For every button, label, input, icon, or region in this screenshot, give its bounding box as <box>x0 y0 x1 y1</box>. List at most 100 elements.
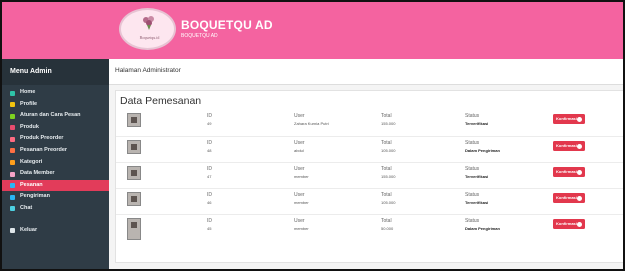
id-value: 45 <box>207 226 212 231</box>
sidebar-item-label: Produk <box>20 123 39 130</box>
user-label: User <box>294 192 305 198</box>
sidebar-item-label: Home <box>20 89 36 95</box>
header: Boquetqu.id BOQUETQU AD BOQUETQU AD <box>2 2 623 59</box>
orders-table: ID 49 User Zahara Kurnia Putri Total 155… <box>116 110 623 244</box>
confirm-button[interactable]: Konfirmasi <box>553 219 585 229</box>
total-label: Total <box>381 192 392 198</box>
check-circle-icon <box>577 143 582 149</box>
total-value: 155.000 <box>381 174 396 179</box>
total-value: 155.000 <box>381 121 396 126</box>
user-label: User <box>294 140 305 146</box>
confirm-button[interactable]: Konfirmasi <box>553 193 585 203</box>
orders-panel: Data Pemesanan ID 49 User Zahara Kurnia … <box>115 90 623 263</box>
confirm-button-label: Konfirmasi <box>556 169 577 174</box>
confirm-button[interactable]: Konfirmasi <box>553 167 585 177</box>
status-value: Terverifikasi <box>465 121 489 126</box>
menu-spacer <box>2 215 109 225</box>
sidebar-item-preorder-orders[interactable]: Pesanan Preorder <box>2 145 109 157</box>
sidebar-item-label: Profile <box>20 100 38 107</box>
logo-text: Boquetqu.id <box>139 35 160 40</box>
product-thumbnail[interactable] <box>127 192 141 206</box>
id-value: 49 <box>207 121 212 126</box>
user-value: member <box>294 174 309 179</box>
table-row: ID 49 User Zahara Kurnia Putri Total 155… <box>116 110 623 136</box>
chat-icon <box>10 206 15 212</box>
sidebar-item-label: Aturan dan Cara Pesan <box>20 112 81 119</box>
section-title: Data Pemesanan <box>120 95 202 107</box>
sidebar-item-label: Pesanan <box>20 181 43 188</box>
brand-logo[interactable]: Boquetqu.id <box>119 8 176 50</box>
confirm-button[interactable]: Konfirmasi <box>553 114 585 124</box>
product-thumbnail[interactable] <box>127 218 141 240</box>
preorder-product-icon <box>10 136 15 142</box>
total-label: Total <box>381 113 392 119</box>
total-value: 105.000 <box>381 148 396 153</box>
user-value: Zahara Kurnia Putri <box>294 121 329 126</box>
id-label: ID <box>207 192 212 198</box>
sidebar-item-rules[interactable]: Aturan dan Cara Pesan <box>2 110 109 122</box>
home-icon <box>10 90 15 96</box>
sidebar-item-members[interactable]: Data Member <box>2 168 109 180</box>
product-thumbnail[interactable] <box>127 113 141 127</box>
confirm-button-label: Konfirmasi <box>556 116 577 121</box>
topbar: Halaman Administrator <box>109 59 623 85</box>
sidebar-item-label: Pesanan Preorder <box>20 146 68 153</box>
status-label: Status <box>465 166 480 172</box>
total-label: Total <box>381 218 392 224</box>
status-label: Status <box>465 218 480 224</box>
sidebar-item-orders[interactable]: Pesanan <box>2 179 109 192</box>
id-value: 47 <box>207 174 212 179</box>
status-value: Dalam Pengiriman <box>465 148 500 153</box>
bouquet-icon <box>143 16 154 30</box>
user-value: abdul <box>294 148 304 153</box>
table-row: ID 45 User member Total 50.000 Status Da… <box>116 214 623 244</box>
logout-icon <box>10 228 15 234</box>
user-value: member <box>294 200 309 205</box>
sidebar-item-label: Pengiriman <box>20 193 50 200</box>
product-thumbnail[interactable] <box>127 140 141 154</box>
sidebar-item-chat[interactable]: Chat <box>2 203 109 215</box>
sidebar-item-preorder-products[interactable]: Produk Preorder <box>2 133 109 145</box>
sidebar-menu: Home Profile Aturan dan Cara Pesan Produ… <box>2 85 109 236</box>
preorder-order-icon <box>10 148 15 154</box>
sidebar-title: Menu Admin <box>2 59 109 85</box>
user-value: member <box>294 226 309 231</box>
user-label: User <box>294 218 305 224</box>
rules-icon <box>10 113 15 119</box>
sidebar-item-home[interactable]: Home <box>2 87 109 99</box>
check-circle-icon <box>577 169 582 175</box>
total-label: Total <box>381 166 392 172</box>
sidebar-item-label: Kategori <box>20 158 43 165</box>
status-value: Dalam Pengiriman <box>465 226 500 231</box>
product-icon <box>10 125 15 131</box>
sidebar-item-products[interactable]: Produk <box>2 122 109 134</box>
user-label: User <box>294 113 305 119</box>
status-value: Terverifikasi <box>465 174 489 179</box>
status-value: Terverifikasi <box>465 200 489 205</box>
sidebar-item-label: Keluar <box>20 226 38 233</box>
id-value: 46 <box>207 200 212 205</box>
shipping-icon <box>10 194 15 200</box>
id-label: ID <box>207 166 212 172</box>
status-label: Status <box>465 192 480 198</box>
total-value: 50.000 <box>381 226 394 231</box>
total-label: Total <box>381 140 392 146</box>
sidebar-item-label: Chat <box>20 204 33 211</box>
product-thumbnail[interactable] <box>127 166 141 180</box>
app-window: Boquetqu.id BOQUETQU AD BOQUETQU AD Menu… <box>0 0 625 271</box>
user-label: User <box>294 166 305 172</box>
sidebar-item-shipping[interactable]: Pengiriman <box>2 191 109 203</box>
sidebar-item-logout[interactable]: Keluar <box>2 225 109 237</box>
id-label: ID <box>207 140 212 146</box>
sidebar-item-profile[interactable]: Profile <box>2 99 109 111</box>
members-icon <box>10 171 15 177</box>
confirm-button[interactable]: Konfirmasi <box>553 141 585 151</box>
page-title: Halaman Administrator <box>115 67 181 74</box>
sidebar-item-label: Data Member <box>20 170 55 177</box>
user-icon <box>10 102 15 108</box>
id-label: ID <box>207 113 212 119</box>
sidebar: Menu Admin Home Profile Aturan dan Cara … <box>2 59 109 269</box>
table-row: ID 48 User abdul Total 105.000 Status Da… <box>116 136 623 162</box>
check-circle-icon <box>577 116 582 122</box>
sidebar-item-categories[interactable]: Kategori <box>2 157 109 169</box>
